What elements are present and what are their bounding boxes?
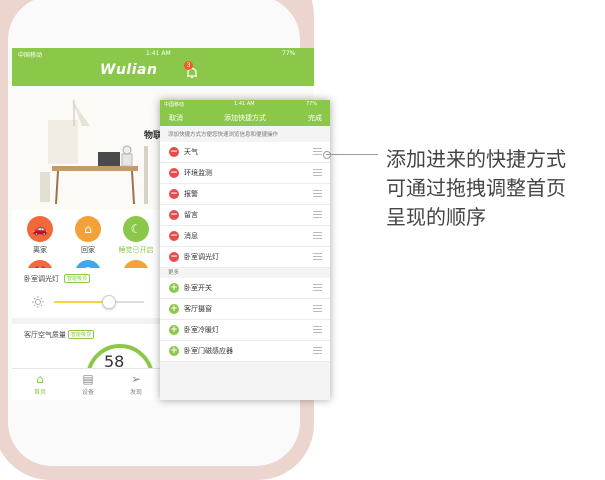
panel-hint: 添加快捷方式方便您快速浏览信息和便捷操作 xyxy=(168,132,279,138)
shortcut-label: 卧室门磁感应器 xyxy=(184,347,233,355)
shortcut-label: 卧室调光灯 xyxy=(184,253,219,261)
panel-status-bar: 中国移动 1:41 AM 77% xyxy=(160,100,330,109)
more-row-door-sensor[interactable]: + 卧室门磁感应器 xyxy=(160,341,330,362)
scene-label: 回家 xyxy=(81,246,95,254)
discover-icon: ➢ xyxy=(130,372,142,386)
card-title: 卧室调光灯 xyxy=(24,275,59,283)
drag-handle-icon[interactable] xyxy=(313,347,322,354)
shortcut-label: 卧室开关 xyxy=(184,284,212,292)
more-row-bedroom-switch[interactable]: + 卧室开关 xyxy=(160,278,330,299)
add-icon[interactable]: + xyxy=(169,283,179,293)
drag-handle-icon[interactable] xyxy=(313,148,322,155)
clock: 1:41 AM xyxy=(146,50,171,57)
drag-handle-icon[interactable] xyxy=(313,232,322,239)
callout-line-2: 可通过拖拽调整首页 xyxy=(386,176,566,200)
battery-level: 77% xyxy=(282,50,296,57)
scene-leave-home[interactable]: 🚗 离家 xyxy=(18,216,62,255)
brightness-slider[interactable] xyxy=(54,295,144,309)
shortcut-label: 天气 xyxy=(184,148,198,156)
drag-handle-icon[interactable] xyxy=(313,169,322,176)
drag-handle-icon[interactable] xyxy=(313,326,322,333)
scene-come-home[interactable]: ⌂ 回家 xyxy=(66,216,110,255)
shortcut-row-dimmer[interactable]: − 卧室调光灯 xyxy=(160,247,330,268)
car-icon: 🚗 xyxy=(27,216,53,242)
more-row-bedroom-light[interactable]: + 卧室冷暖灯 xyxy=(160,320,330,341)
add-shortcut-panel: 中国移动 1:41 AM 77% 添加快捷方式 取消 完成 添加快捷方式方便您快… xyxy=(160,100,330,400)
shortcut-label: 留言 xyxy=(184,211,198,219)
shortcut-row-weather[interactable]: − 天气 xyxy=(160,142,330,163)
cancel-button[interactable]: 取消 xyxy=(169,113,183,123)
scene-label: 睡觉已开启 xyxy=(118,246,154,254)
done-button[interactable]: 完成 xyxy=(308,113,322,123)
moon-icon: ☾ xyxy=(123,216,149,242)
scene-label: 离家 xyxy=(33,246,47,254)
devices-icon: ▤ xyxy=(82,372,94,386)
tab-home[interactable]: ⌂ 首页 xyxy=(20,371,60,396)
more-section-label: 更多 xyxy=(168,270,180,276)
shortcut-row-environment[interactable]: − 环境监测 xyxy=(160,163,330,184)
callout-pointer xyxy=(323,151,331,159)
drag-handle-icon[interactable] xyxy=(313,253,322,260)
tab-devices[interactable]: ▤ 设备 xyxy=(68,371,108,396)
add-icon[interactable]: + xyxy=(169,304,179,314)
air-quality-card: 客厅空气质量 智能吸顶 58 xyxy=(12,324,164,400)
add-icon[interactable]: + xyxy=(169,325,179,335)
shortcut-label: 环境监测 xyxy=(184,169,212,177)
bottom-tab-bar: ⌂ 首页 ▤ 设备 ➢ 发现 xyxy=(12,368,164,400)
app-logo: Wulian xyxy=(100,62,158,78)
remove-icon[interactable]: − xyxy=(169,210,179,220)
shortcut-label: 卧室冷暖灯 xyxy=(184,326,219,334)
remove-icon[interactable]: − xyxy=(169,189,179,199)
dimmer-card: 卧室调光灯 智能吸顶 xyxy=(12,268,164,318)
drag-handle-icon[interactable] xyxy=(313,211,322,218)
card-tag: 智能吸顶 xyxy=(64,274,91,283)
drag-handle-icon[interactable] xyxy=(313,284,322,291)
add-icon[interactable]: + xyxy=(169,346,179,356)
remove-icon[interactable]: − xyxy=(169,147,179,157)
more-row-living-curtain[interactable]: + 客厅摄窗 xyxy=(160,299,330,320)
slider-thumb[interactable] xyxy=(102,295,116,309)
shortcut-row-alarm[interactable]: − 报警 xyxy=(160,184,330,205)
app-header: 中国移动 1:41 AM 77% Wulian 3 xyxy=(12,48,314,86)
battery-level: 77% xyxy=(306,101,318,107)
tab-label: 首页 xyxy=(33,389,46,396)
shortcut-label: 报警 xyxy=(184,190,198,198)
shortcut-label: 客厅摄窗 xyxy=(184,305,212,313)
scene-sleep[interactable]: ☾ 睡觉已开启 xyxy=(114,216,158,255)
notification-badge: 3 xyxy=(184,61,193,70)
tab-discover[interactable]: ➢ 发现 xyxy=(116,371,156,396)
drag-handle-icon[interactable] xyxy=(313,305,322,312)
tab-label: 设备 xyxy=(81,389,94,396)
remove-icon[interactable]: − xyxy=(169,168,179,178)
shortcut-row-message[interactable]: − 留言 xyxy=(160,205,330,226)
home-icon: ⌂ xyxy=(75,216,101,242)
panel-header: 中国移动 1:41 AM 77% 添加快捷方式 取消 完成 xyxy=(160,100,330,126)
drag-handle-icon[interactable] xyxy=(313,190,322,197)
panel-title: 添加快捷方式 xyxy=(224,114,266,122)
card-tag: 智能吸顶 xyxy=(68,330,95,339)
card-title: 客厅空气质量 xyxy=(24,331,66,339)
sun-icon xyxy=(32,296,44,308)
shortcut-row-notices[interactable]: − 消息 xyxy=(160,226,330,247)
callout-line-1: 添加进来的快捷方式 xyxy=(386,147,566,171)
carrier: 中国移动 xyxy=(164,102,185,108)
slider-fill xyxy=(54,301,108,303)
home-icon: ⌂ xyxy=(36,372,44,386)
tab-label: 发现 xyxy=(129,389,142,396)
remove-icon[interactable]: − xyxy=(169,252,179,262)
shortcut-label: 消息 xyxy=(184,232,198,240)
callout-text: 添加进来的快捷方式 可通过拖拽调整首页 呈现的顺序 xyxy=(386,145,604,232)
callout-line xyxy=(326,154,378,155)
clock: 1:41 AM xyxy=(234,101,255,107)
carrier: 中国移动 xyxy=(18,52,43,59)
status-bar: 中国移动 1:41 AM 77% xyxy=(12,48,314,60)
callout-line-3: 呈现的顺序 xyxy=(386,205,486,229)
remove-icon[interactable]: − xyxy=(169,231,179,241)
